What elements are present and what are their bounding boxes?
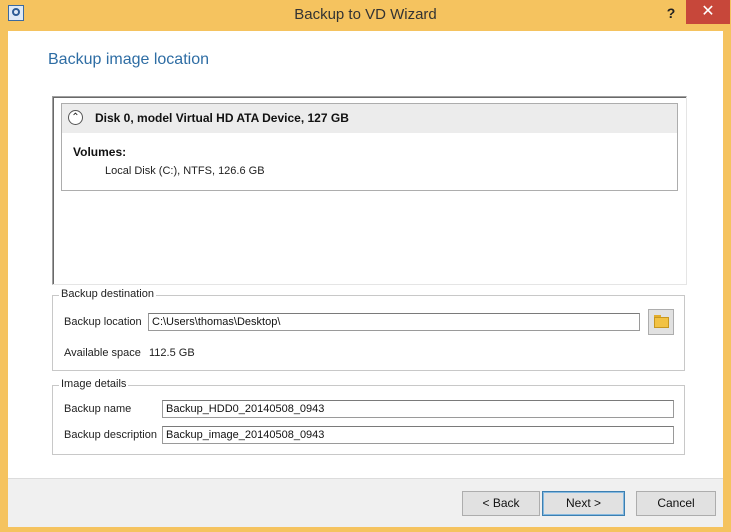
backup-description-label: Backup description [64,429,157,441]
backup-description-input[interactable]: Backup_image_20140508_0943 [162,426,674,444]
next-button[interactable]: Next > [542,491,625,516]
disk-header[interactable]: ⌃ Disk 0, model Virtual HD ATA Device, 1… [62,104,677,133]
close-button[interactable]: ✕ [686,0,730,24]
backup-name-input[interactable]: Backup_HDD0_20140508_0943 [162,400,674,418]
backup-name-label: Backup name [64,403,132,415]
collapse-up-icon[interactable]: ⌃ [68,110,83,125]
image-details-legend: Image details [59,378,129,390]
wizard-content: Backup image location ⌃ Disk 0, model Vi… [8,31,723,526]
disk-card: ⌃ Disk 0, model Virtual HD ATA Device, 1… [61,103,678,191]
image-details-group: Image details [52,378,685,455]
title-bar[interactable]: Backup to VD Wizard ? ✕ [0,0,731,31]
cancel-button[interactable]: Cancel [636,491,716,516]
disk-title: Disk 0, model Virtual HD ATA Device, 127… [95,111,349,125]
page-title: Backup image location [48,51,209,68]
backup-location-label: Backup location [64,316,142,328]
available-space-label: Available space [64,347,141,359]
help-button[interactable]: ? [654,2,688,24]
available-space-value: 112.5 GB [149,347,195,359]
volume-item: Local Disk (C:), NTFS, 126.6 GB [105,165,265,177]
backup-destination-group: Backup destination [52,288,685,371]
browse-button[interactable] [648,309,674,335]
volumes-label: Volumes: [73,145,127,159]
window-title: Backup to VD Wizard [294,6,437,23]
back-button[interactable]: < Back [462,491,540,516]
folder-icon [654,317,669,328]
backup-destination-legend: Backup destination [59,288,156,300]
wizard-window: Backup to VD Wizard ? ✕ Backup image loc… [0,0,731,532]
backup-location-input[interactable]: C:\Users\thomas\Desktop\ [148,313,640,331]
wizard-footer: < Back Next > Cancel [8,478,723,527]
disk-list-panel[interactable]: ⌃ Disk 0, model Virtual HD ATA Device, 1… [52,96,687,285]
